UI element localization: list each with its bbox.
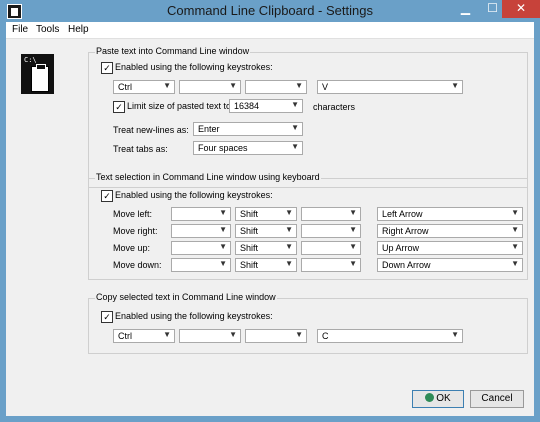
selection-mod3-select[interactable]: ▼ [301,258,361,272]
tabs-label: Treat tabs as: [113,144,168,154]
chevron-down-icon: ▼ [285,242,293,251]
paste-group: Paste text into Command Line window ✓ En… [88,46,528,188]
selection-row-label: Move down: [113,260,162,270]
selection-mod2-select[interactable]: Shift ▼ [235,258,297,272]
menu-bar: File Tools Help [6,22,534,39]
selection-group: Text selection in Command Line window us… [88,172,528,280]
chevron-down-icon: ▼ [219,225,227,234]
chevron-down-icon: ▼ [219,208,227,217]
chevron-down-icon: ▼ [163,81,171,90]
selection-mod2-select[interactable]: Shift ▼ [235,207,297,221]
copy-enabled-label: Enabled using the following keystrokes: [115,311,273,321]
chevron-down-icon: ▼ [285,259,293,268]
chevron-down-icon: ▼ [285,208,293,217]
paste-key1-select[interactable]: Ctrl ▼ [113,80,175,94]
chevron-down-icon: ▼ [219,259,227,268]
copy-group: Copy selected text in Command Line windo… [88,292,528,354]
copy-enabled-checkbox[interactable]: ✓ [101,311,113,323]
selection-mod3-select[interactable]: ▼ [301,241,361,255]
selection-key-select[interactable]: Right Arrow ▼ [377,224,523,238]
selection-mod3-select[interactable]: ▼ [301,224,361,238]
paste-key4-select[interactable]: V ▼ [317,80,463,94]
chevron-down-icon: ▼ [229,330,237,339]
chevron-down-icon: ▼ [163,330,171,339]
minimize-button[interactable]: ▁ [452,0,479,18]
menu-tools[interactable]: Tools [36,24,59,35]
selection-mod1-select[interactable]: ▼ [171,224,231,238]
selection-mod1-select[interactable]: ▼ [171,241,231,255]
cancel-button[interactable]: Cancel [470,390,524,408]
limit-size-unit: characters [313,102,356,112]
menu-file[interactable]: File [12,24,28,35]
copy-key4-select[interactable]: C ▼ [317,329,463,343]
chevron-down-icon: ▼ [219,242,227,251]
selection-key-select[interactable]: Up Arrow ▼ [377,241,523,255]
limit-size-select[interactable]: 16384 ▼ [229,99,303,113]
limit-size-label: Limit size of pasted text to [127,101,232,111]
close-button[interactable]: ✕ [502,0,540,18]
shield-icon [425,393,435,402]
selection-enabled-checkbox[interactable]: ✓ [101,190,113,202]
limit-size-checkbox[interactable]: ✓ [113,101,125,113]
paste-enabled-label: Enabled using the following keystrokes: [115,62,273,72]
selection-mod1-select[interactable]: ▼ [171,258,231,272]
chevron-down-icon: ▼ [511,208,519,217]
selection-key-select[interactable]: Left Arrow ▼ [377,207,523,221]
ok-button[interactable]: OK [412,390,464,408]
chevron-down-icon: ▼ [295,81,303,90]
selection-group-title: Text selection in Command Line window us… [95,172,321,182]
selection-row-label: Move up: [113,243,151,253]
chevron-down-icon: ▼ [349,208,357,217]
selection-row-label: Move left: [113,209,153,219]
paste-group-title: Paste text into Command Line window [95,46,251,56]
clipboard-icon: C:\ [21,54,54,94]
paste-key3-select[interactable]: ▼ [245,80,307,94]
chevron-down-icon: ▼ [295,330,303,339]
dialog-body: File Tools Help C:\ Paste text into Comm… [6,22,534,416]
newlines-select[interactable]: Enter ▼ [193,122,303,136]
chevron-down-icon: ▼ [451,330,459,339]
copy-key2-select[interactable]: ▼ [179,329,241,343]
menu-help[interactable]: Help [68,24,89,35]
chevron-down-icon: ▼ [229,81,237,90]
selection-mod2-select[interactable]: Shift ▼ [235,224,297,238]
settings-window: Command Line Clipboard - Settings ▁ ☐ ✕ … [0,0,540,422]
selection-mod3-select[interactable]: ▼ [301,207,361,221]
selection-mod1-select[interactable]: ▼ [171,207,231,221]
selection-key-select[interactable]: Down Arrow ▼ [377,258,523,272]
copy-key3-select[interactable]: ▼ [245,329,307,343]
chevron-down-icon: ▼ [511,242,519,251]
tabs-select[interactable]: Four spaces ▼ [193,141,303,155]
chevron-down-icon: ▼ [291,100,299,109]
chevron-down-icon: ▼ [291,142,299,151]
chevron-down-icon: ▼ [291,123,299,132]
chevron-down-icon: ▼ [511,225,519,234]
selection-row-label: Move right: [113,226,158,236]
copy-key1-select[interactable]: Ctrl ▼ [113,329,175,343]
chevron-down-icon: ▼ [349,259,357,268]
chevron-down-icon: ▼ [285,225,293,234]
chevron-down-icon: ▼ [349,242,357,251]
paste-key2-select[interactable]: ▼ [179,80,241,94]
selection-enabled-label: Enabled using the following keystrokes: [115,190,273,200]
chevron-down-icon: ▼ [511,259,519,268]
chevron-down-icon: ▼ [451,81,459,90]
title-bar[interactable]: Command Line Clipboard - Settings ▁ ☐ ✕ [0,0,540,22]
chevron-down-icon: ▼ [349,225,357,234]
paste-enabled-checkbox[interactable]: ✓ [101,62,113,74]
newlines-label: Treat new-lines as: [113,125,189,135]
selection-mod2-select[interactable]: Shift ▼ [235,241,297,255]
copy-group-title: Copy selected text in Command Line windo… [95,292,277,302]
